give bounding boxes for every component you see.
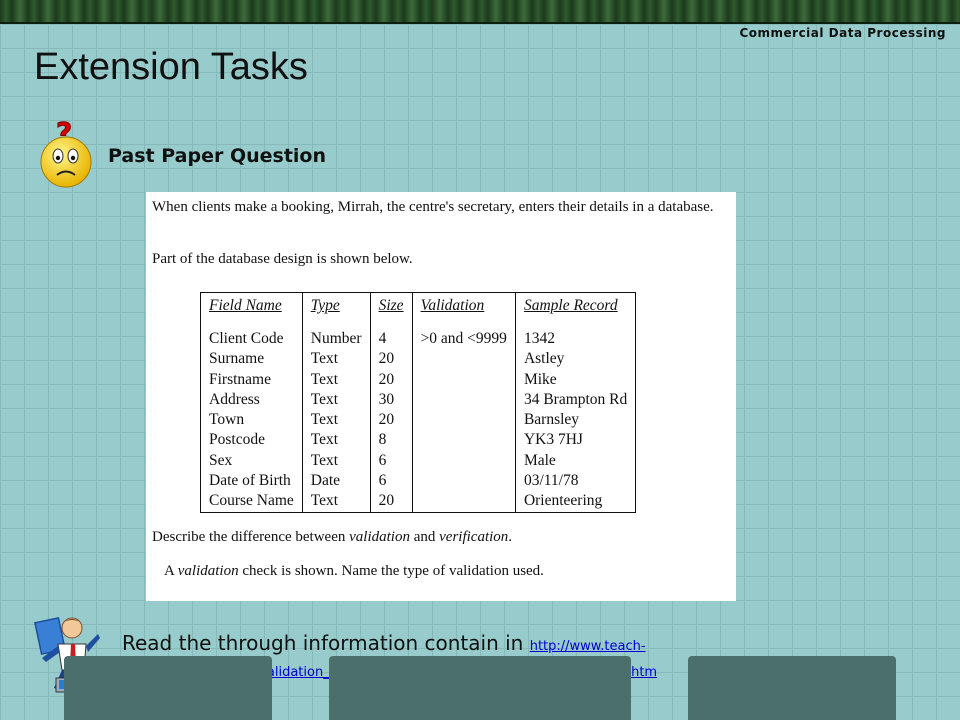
table-cell: Date [301, 471, 371, 492]
q1-text: Describe the difference between [152, 529, 350, 545]
table-cell [411, 491, 516, 513]
table-cell [411, 369, 516, 390]
table-cell: Text [301, 430, 371, 451]
column-header: Sample Record [514, 292, 637, 329]
table-row: Client Code Number 4 >0 and <9999 1342 [200, 329, 637, 350]
table-cell: Barnsley [514, 410, 637, 431]
table-cell: Firstname [200, 369, 303, 390]
table-cell: Text [301, 369, 371, 390]
table-row: Course Name Text 20 Orienteering [200, 491, 637, 513]
table-row: Firstname Text 20 Mike [200, 369, 637, 390]
table-cell: 30 [369, 389, 413, 411]
table-cell [411, 389, 516, 411]
bottom-panel-tab [688, 656, 896, 720]
table-cell: Text [301, 491, 371, 513]
table-cell: 20 [369, 410, 413, 431]
section-label: Commercial Data Processing [739, 26, 946, 40]
table-cell: Postcode [200, 430, 303, 451]
table-cell: 03/11/78 [514, 471, 637, 492]
table-cell: YK3 7HJ [514, 430, 637, 451]
table-cell [411, 450, 516, 472]
slide-title: Extension Tasks [34, 46, 308, 88]
q2-text: check is shown. Name the type of validat… [238, 563, 544, 579]
table-cell: Astley [514, 349, 637, 370]
exam-design-line: Part of the database design is shown bel… [152, 251, 413, 267]
table-cell: 6 [369, 471, 413, 492]
q1-emphasis: verification [439, 529, 509, 545]
q2-text: A [164, 563, 178, 579]
bottom-panel-tab [64, 656, 272, 720]
table-cell: Male [514, 450, 637, 472]
table-cell: Course Name [200, 491, 303, 513]
table-cell: 4 [369, 329, 413, 350]
exam-intro: When clients make a booking, Mirrah, the… [152, 199, 714, 215]
table-cell: Orienteering [514, 491, 637, 513]
table-cell: 1342 [514, 329, 637, 350]
table-cell: Text [301, 410, 371, 431]
confused-face-question-icon: ? [40, 116, 92, 188]
database-design-table: Field Name Type Size Validation Sample R… [200, 292, 637, 513]
table-row: Date of Birth Date 6 03/11/78 [200, 471, 637, 492]
table-cell: 34 Brampton Rd [514, 389, 637, 411]
table-row: Postcode Text 8 YK3 7HJ [200, 430, 637, 451]
table-row: Surname Text 20 Astley [200, 349, 637, 370]
table-cell: 20 [369, 349, 413, 370]
bottom-panel-tab [329, 656, 631, 720]
table-header-row: Field Name Type Size Validation Sample R… [200, 292, 637, 329]
table-cell [411, 471, 516, 492]
table-cell: 20 [369, 369, 413, 390]
reading-instruction-text: Read the through information contain in [122, 631, 530, 655]
column-header: Validation [411, 292, 516, 329]
table-cell [411, 410, 516, 431]
table-cell: Text [301, 389, 371, 411]
exam-question-image: When clients make a booking, Mirrah, the… [146, 192, 736, 601]
table-cell: Text [301, 450, 371, 472]
column-header: Size [369, 292, 413, 329]
table-cell: Text [301, 349, 371, 370]
question-validation-verification: Describe the difference between validati… [152, 528, 732, 547]
table-row: Address Text 30 34 Brampton Rd [200, 389, 637, 411]
table-row: Town Text 20 Barnsley [200, 410, 637, 431]
table-cell: 8 [369, 430, 413, 451]
column-header: Field Name [200, 292, 303, 329]
circuit-board-banner [0, 0, 960, 24]
table-cell: Client Code [200, 329, 303, 350]
table-cell: Sex [200, 450, 303, 472]
column-header: Type [301, 292, 371, 329]
table-cell: 6 [369, 450, 413, 472]
table-cell: Town [200, 410, 303, 431]
question-validation-type: A validation check is shown. Name the ty… [164, 562, 744, 581]
q1-text: and [409, 529, 440, 545]
table-cell: Address [200, 389, 303, 411]
q2-emphasis: validation [177, 563, 239, 579]
q1-text: . [508, 529, 513, 545]
table-cell [411, 349, 516, 370]
table-cell: Number [301, 329, 371, 350]
table-cell: Mike [514, 369, 637, 390]
table-cell: Date of Birth [200, 471, 303, 492]
table-cell: >0 and <9999 [411, 329, 516, 350]
q1-emphasis: validation [349, 529, 410, 545]
table-cell: 20 [369, 491, 413, 513]
table-row: Sex Text 6 Male [200, 450, 637, 472]
subtitle: Past Paper Question [108, 145, 326, 167]
table-cell: Surname [200, 349, 303, 370]
table-cell [411, 430, 516, 451]
